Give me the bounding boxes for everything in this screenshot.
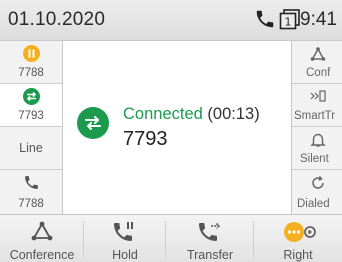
transfer-label: Transfer [186, 248, 234, 262]
time-display: 9:41 [300, 9, 337, 30]
line-key-label: 7788 [18, 67, 44, 79]
smart-transfer-label: SmartTr [294, 110, 336, 122]
conference-label: Conference [9, 248, 75, 262]
silent-label: Silent [300, 153, 329, 165]
hold-phone-icon [84, 220, 166, 244]
conference-softkey[interactable]: Conference [0, 215, 84, 262]
right-softkey[interactable]: Right [254, 215, 342, 262]
date-display: 01.10.2020 [8, 9, 106, 30]
conference-icon [0, 220, 84, 244]
more-icon [254, 220, 342, 244]
call-duration: (00:13) [207, 105, 260, 123]
conf-label: Conf [306, 67, 331, 79]
dialed-label: Dialed [297, 198, 330, 210]
right-keys-panel: Conf SmartTr Silent Dialed [291, 41, 342, 214]
line-keys-panel: 7788 7793 Line 7788 [0, 41, 63, 214]
line-count: 1 [285, 16, 292, 29]
hold-icon [0, 45, 62, 62]
line-count-icon: 1 [279, 8, 301, 35]
status-bar: 01.10.2020 1 9:41 [0, 0, 342, 41]
line-key-label: 7788 [18, 198, 44, 210]
phone-icon [0, 174, 62, 191]
conf-key[interactable]: Conf [292, 41, 342, 84]
redial-icon [310, 175, 326, 196]
bell-icon [310, 132, 326, 153]
call-status-text: Connected [123, 105, 203, 123]
smart-transfer-key[interactable]: SmartTr [292, 84, 342, 127]
phone-icon [254, 8, 276, 35]
transfer-softkey[interactable]: Transfer [166, 215, 254, 262]
transfer-icon [0, 88, 62, 105]
silent-key[interactable]: Silent [292, 127, 342, 170]
right-label: Right [283, 248, 313, 262]
line-key-label: Line [19, 141, 43, 155]
line-key-label: 7793 [18, 110, 44, 122]
smart-transfer-icon [310, 89, 326, 108]
transfer-phone-icon [166, 220, 254, 244]
softkey-bar: Conference Hold Transfer Right [0, 214, 342, 262]
call-transfer-icon [77, 107, 109, 139]
line-key-line[interactable]: Line [0, 127, 62, 170]
line-key-speed-dial-7788[interactable]: 7788 [0, 170, 62, 214]
call-info-panel: Connected (00:13) 7793 [63, 41, 291, 214]
conference-icon [310, 46, 326, 67]
dialed-key[interactable]: Dialed [292, 170, 342, 214]
hold-label: Hold [112, 248, 138, 262]
call-status: Connected (00:13) [123, 105, 260, 124]
call-number: 7793 [123, 128, 168, 150]
line-key-hold-7788[interactable]: 7788 [0, 41, 62, 84]
hold-softkey[interactable]: Hold [84, 215, 166, 262]
line-key-active-7793[interactable]: 7793 [0, 84, 62, 127]
